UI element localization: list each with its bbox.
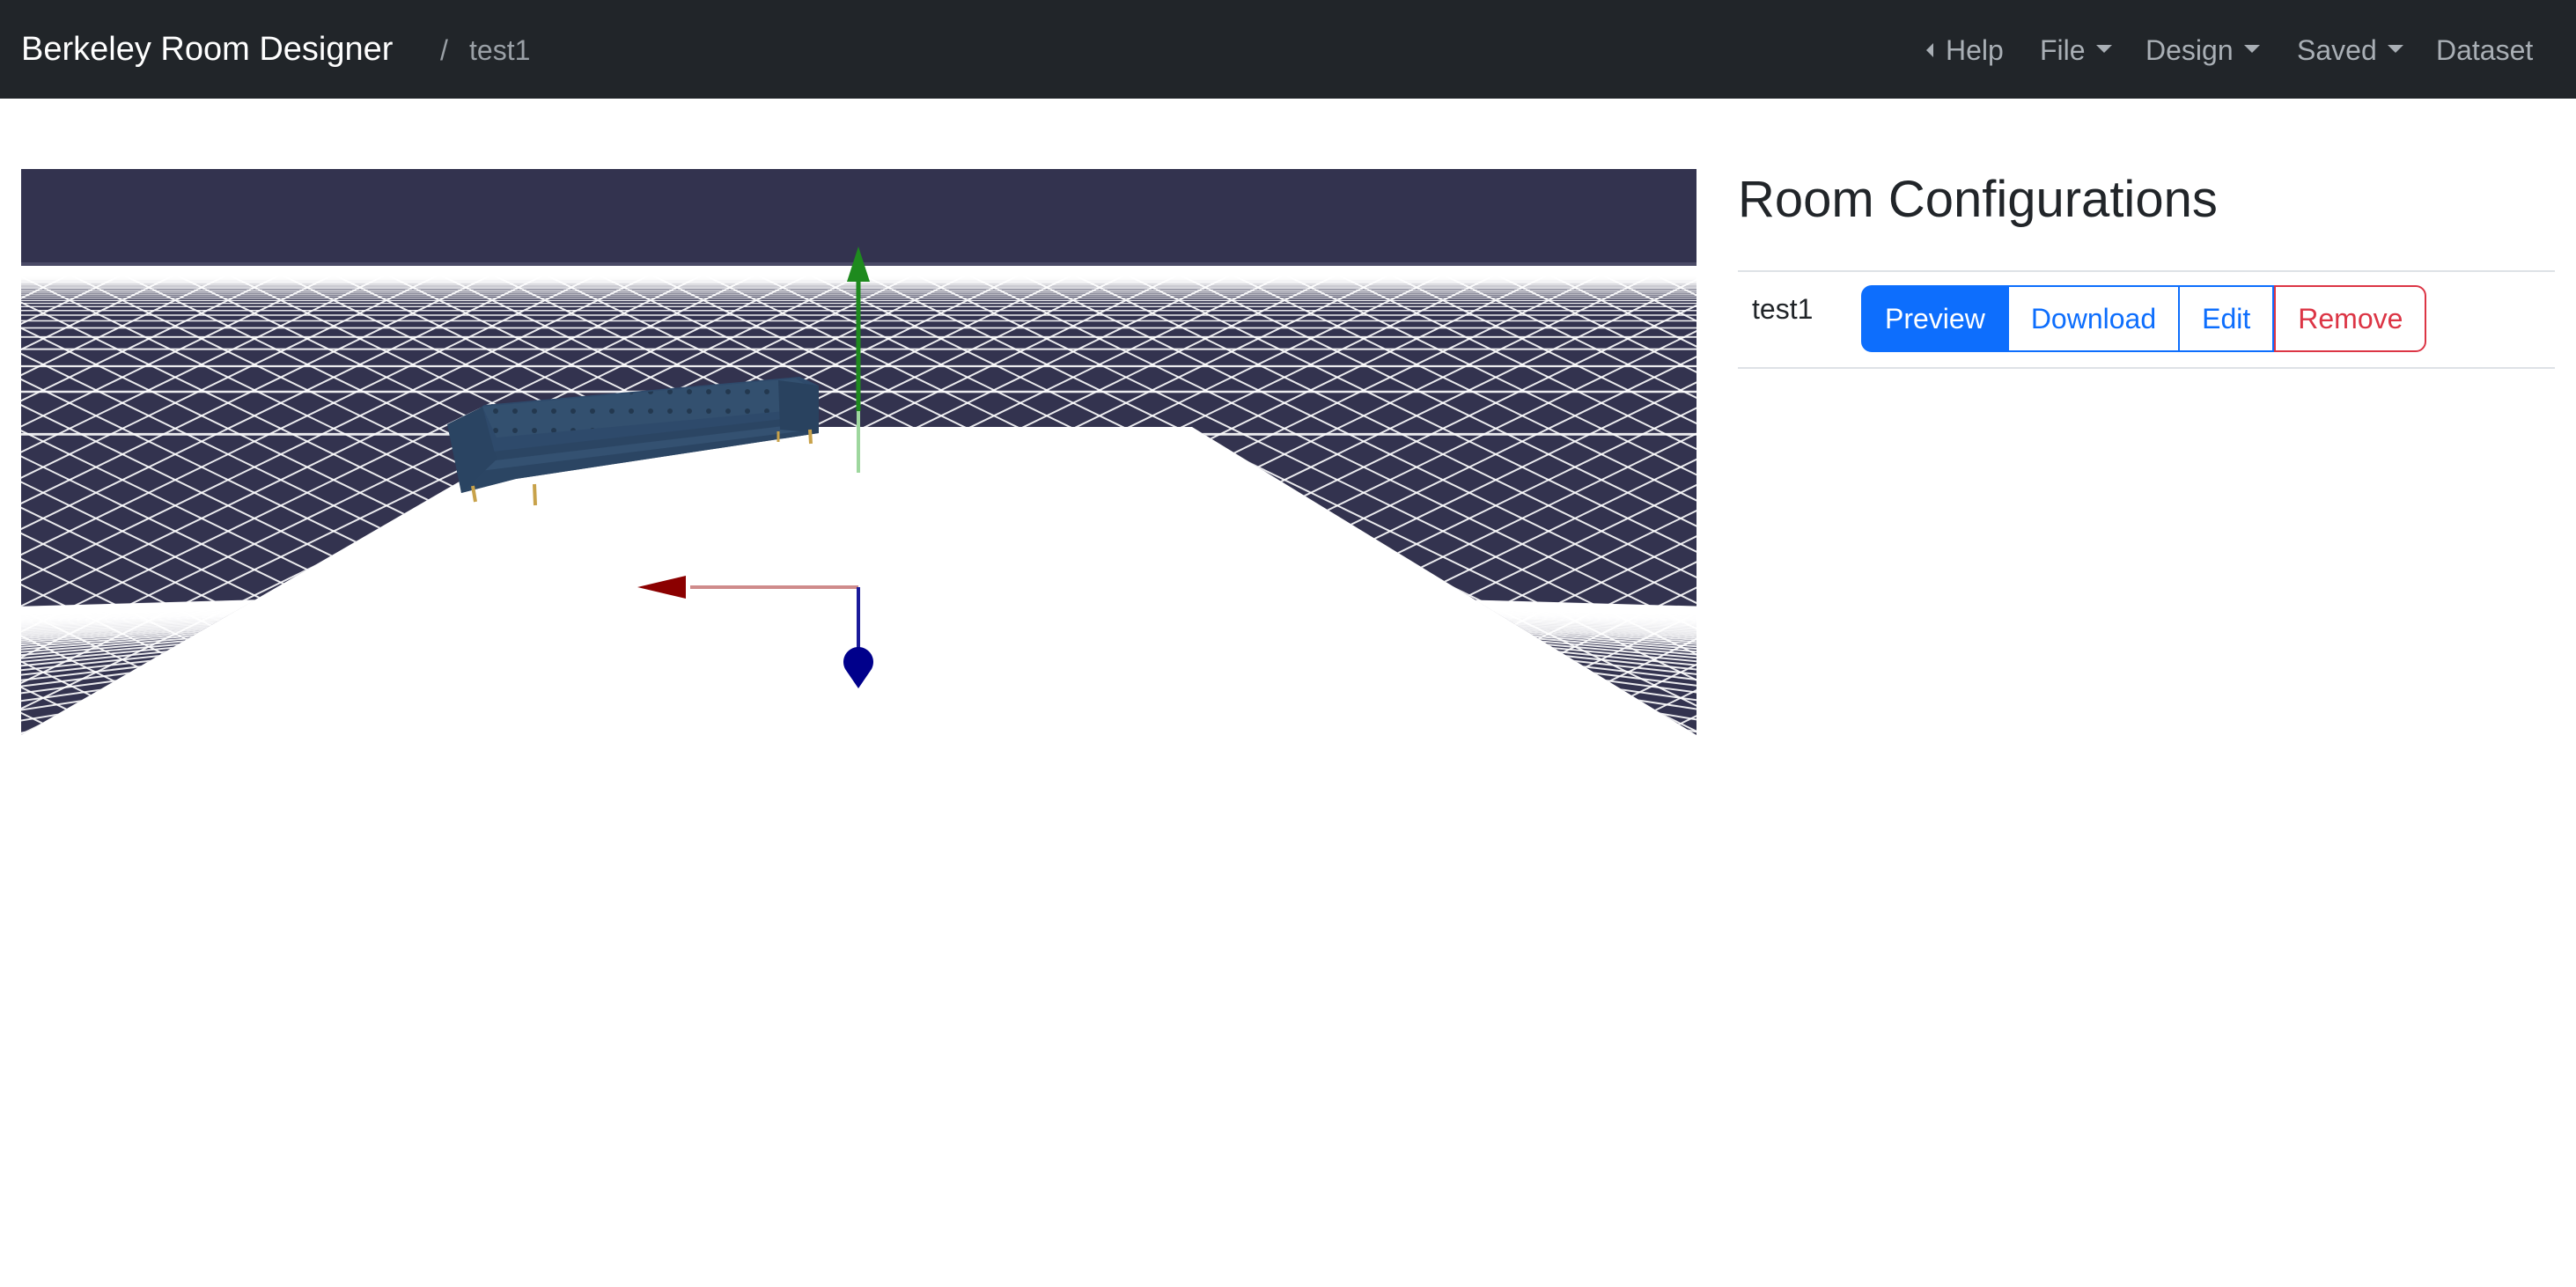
config-actions: Preview Download Edit Remove (1861, 285, 2427, 352)
room-3d-viewport[interactable] (21, 169, 1696, 735)
nav-file-label: File (2040, 34, 2086, 66)
caret-down-icon (2243, 45, 2260, 54)
caret-down-icon (2387, 45, 2403, 54)
preview-button[interactable]: Preview (1861, 285, 2009, 352)
table-divider (1738, 270, 2555, 272)
breadcrumb-separator: / (440, 34, 448, 66)
download-button[interactable]: Download (2008, 285, 2181, 352)
config-name: test1 (1752, 293, 1814, 325)
breadcrumb-current: test1 (469, 34, 531, 66)
gizmo-z-handle-icon[interactable] (843, 647, 873, 688)
nav-saved-label: Saved (2297, 34, 2377, 66)
caret-down-icon (2095, 45, 2112, 54)
nav-dataset-label: Dataset (2436, 34, 2534, 66)
app-brand[interactable]: Berkeley Room Designer (21, 28, 393, 70)
table-divider (1738, 367, 2555, 369)
room-3d-canvas[interactable] (21, 169, 1696, 735)
nav-file-dropdown[interactable]: File (2040, 32, 2112, 69)
nav-design-label: Design (2145, 34, 2234, 66)
gizmo-x-arrow-icon[interactable] (637, 576, 686, 599)
caret-left-icon (1926, 42, 1933, 57)
edit-button[interactable]: Edit (2180, 285, 2275, 352)
nav-help-label: Help (1946, 34, 2004, 66)
nav-help[interactable]: Help (1926, 32, 2004, 69)
panel-title: Room Configurations (1738, 171, 2218, 228)
nav-design-dropdown[interactable]: Design (2145, 32, 2260, 69)
nav-dataset[interactable]: Dataset (2436, 32, 2533, 69)
remove-button[interactable]: Remove (2274, 285, 2427, 352)
top-navbar: Berkeley Room Designer / test1 Help File… (0, 0, 2576, 99)
nav-saved-dropdown[interactable]: Saved (2297, 32, 2403, 69)
